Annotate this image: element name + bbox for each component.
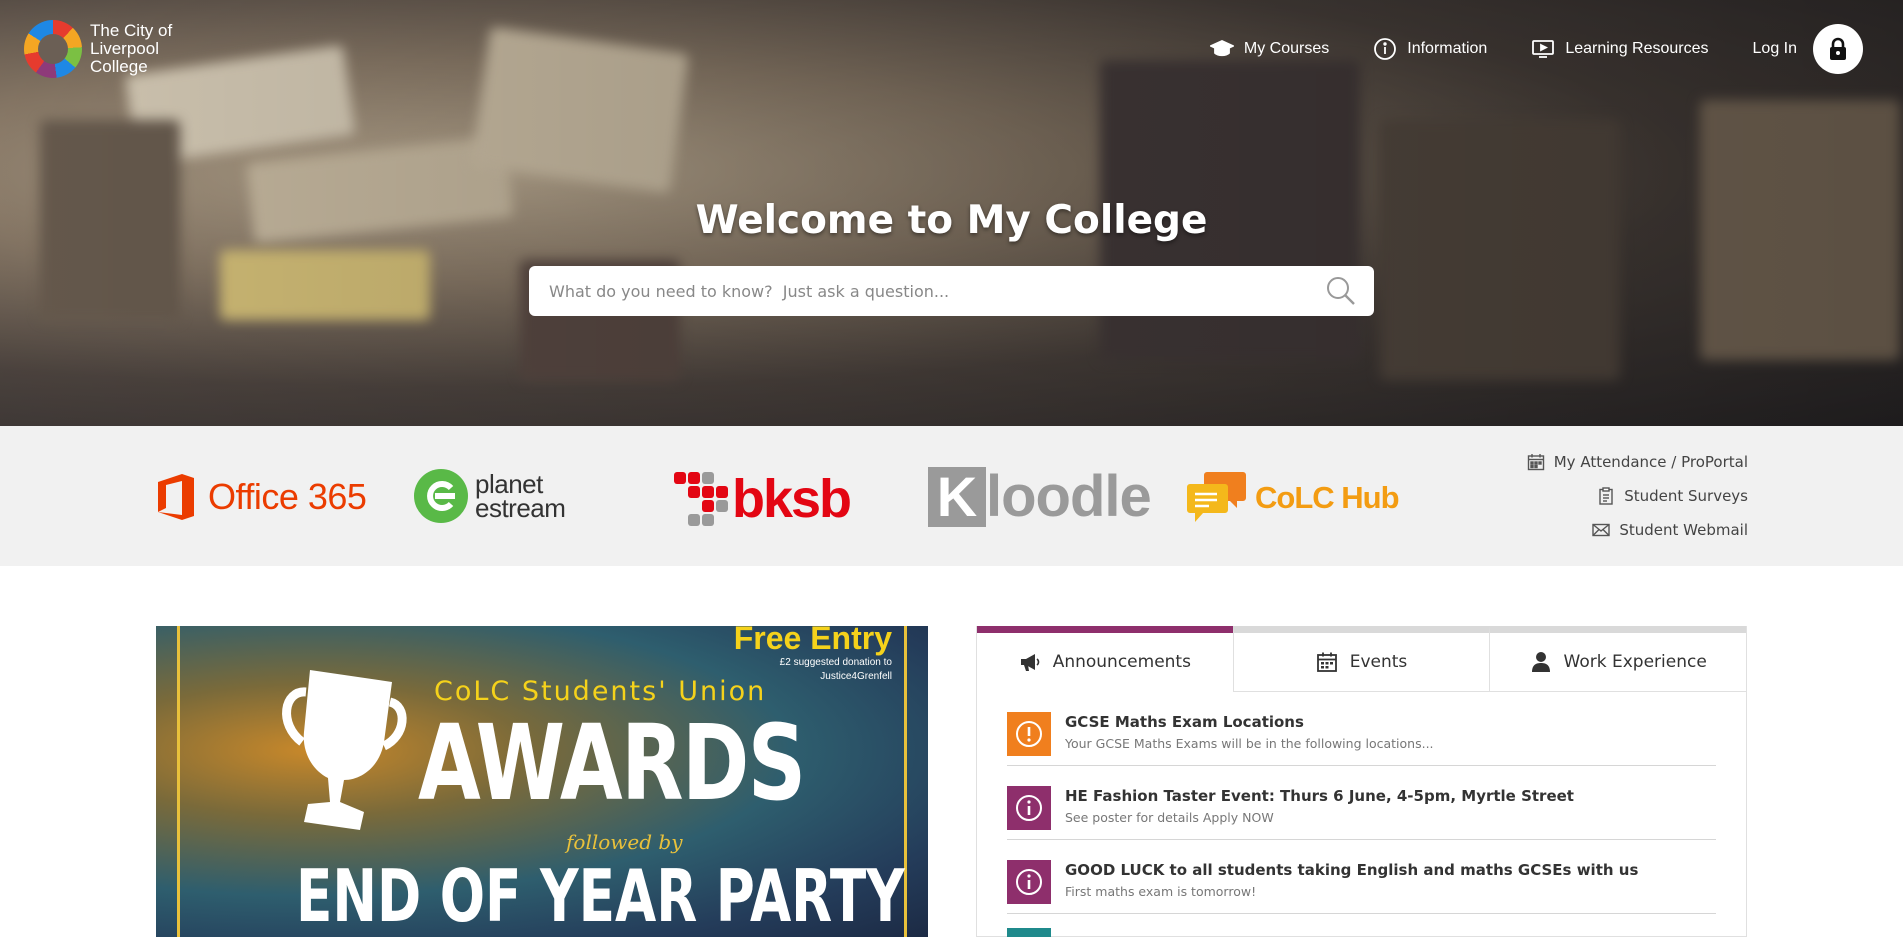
bksb-dots-logo-icon: [674, 472, 728, 526]
monitor-play-icon: [1532, 40, 1555, 58]
hero-banner: The City of Liverpool College My Courses…: [0, 0, 1903, 426]
trophy-icon: [282, 670, 407, 830]
office365-link[interactable]: Office 365: [156, 474, 367, 520]
side-links: My Attendance / ProPortal Student Survey…: [1527, 450, 1748, 542]
poster-party-heading: END OF YEAR PARTY: [296, 854, 905, 937]
colc-hub-link[interactable]: CoLC Hub: [1187, 470, 1400, 526]
list-item[interactable]: HE Fashion Taster Event: Thurs 6 June, 4…: [1007, 766, 1716, 840]
graduation-cap-icon: [1209, 40, 1234, 57]
calendar-icon: [1316, 652, 1337, 672]
poster-donation-note: £2 suggested donation to Justice4Grenfel…: [779, 657, 892, 682]
clipboard-icon: [1599, 487, 1613, 505]
tab-events[interactable]: Events: [1232, 626, 1490, 692]
announcement-info-badge: [1007, 860, 1051, 904]
bksb-label: bksb: [732, 469, 852, 529]
college-logo-mark-icon: [24, 20, 82, 78]
office365-logo-icon: [158, 474, 194, 520]
planet-estream-logo-icon: [414, 469, 468, 523]
poster-border-left: [177, 626, 180, 937]
announcement-list: GCSE Maths Exam Locations Your GCSE Math…: [977, 692, 1746, 937]
nav-learning-resources[interactable]: Learning Resources: [1531, 37, 1709, 61]
page-title: Welcome to My College: [695, 198, 1208, 243]
announcement-info-badge: [1007, 786, 1051, 830]
info-circle-icon: [1374, 38, 1397, 60]
nav-information-label: Information: [1407, 40, 1488, 57]
login-area[interactable]: Log In: [1753, 24, 1863, 74]
poster-followed-by: followed by: [566, 830, 683, 854]
announcement-title[interactable]: GCSE Maths Exam Locations: [1065, 713, 1434, 731]
announcement-subtitle: See poster for details Apply NOW: [1065, 810, 1274, 825]
announcement-next-badge: [1007, 928, 1051, 937]
envelope-icon: [1592, 523, 1611, 537]
college-logo[interactable]: The City of Liverpool College: [24, 20, 200, 78]
student-surveys-link-label: Student Surveys: [1624, 487, 1748, 505]
announcement-title[interactable]: HE Fashion Taster Event: Thurs 6 June, 4…: [1065, 787, 1574, 805]
login-label[interactable]: Log In: [1753, 40, 1797, 58]
colc-hub-label: CoLC Hub: [1255, 480, 1400, 515]
poster-free-entry: Free Entry: [733, 626, 892, 656]
student-webmail-link-label: Student Webmail: [1619, 521, 1748, 539]
announcement-subtitle: First maths exam is tomorrow!: [1065, 884, 1257, 899]
kloodle-label: loodle: [986, 464, 1152, 529]
megaphone-icon: [1020, 654, 1039, 671]
bksb-link[interactable]: bksb: [672, 468, 852, 530]
list-item[interactable]: GOOD LUCK to all students taking English…: [1007, 840, 1716, 914]
exclamation-icon: [1016, 721, 1042, 747]
announcement-alert-badge: [1007, 712, 1051, 756]
list-item[interactable]: GCSE Maths Exam Locations Your GCSE Math…: [1007, 692, 1716, 766]
search-icon: [1327, 277, 1355, 305]
attendance-link-label: My Attendance / ProPortal: [1553, 453, 1748, 471]
calendar-icon: [1527, 454, 1544, 471]
planet-estream-link[interactable]: planet estream: [413, 468, 566, 524]
tab-work-experience-label: Work Experience: [1563, 652, 1707, 672]
search-bar: [529, 266, 1374, 316]
announcement-title[interactable]: GOOD LUCK to all students taking English…: [1065, 861, 1638, 879]
tab-announcements-label: Announcements: [1052, 652, 1191, 672]
chat-bubbles-icon: [1187, 472, 1246, 522]
awards-poster[interactable]: Free Entry £2 suggested donation to Just…: [156, 626, 928, 937]
news-tabs: Announcements Events Work Experience: [977, 626, 1747, 692]
college-logo-text: The City of Liverpool College: [90, 21, 173, 76]
planet-estream-wordmark: planet estream: [475, 471, 566, 523]
top-navigation: My Courses Information Learning Resource…: [1209, 24, 1863, 74]
tab-announcements[interactable]: Announcements: [977, 626, 1233, 692]
announcement-subtitle: Your GCSE Maths Exams will be in the fol…: [1065, 736, 1434, 751]
student-webmail-link[interactable]: Student Webmail: [1592, 518, 1748, 542]
student-surveys-link[interactable]: Student Surveys: [1597, 484, 1748, 508]
nav-my-courses-label: My Courses: [1243, 40, 1330, 57]
user-icon: [1531, 652, 1550, 672]
planet-estream-line2: estream: [475, 493, 566, 523]
lock-icon: [1830, 37, 1846, 60]
nav-my-courses[interactable]: My Courses: [1209, 37, 1330, 61]
login-button[interactable]: [1813, 24, 1863, 74]
kloodle-link[interactable]: K loodle: [928, 464, 1152, 529]
news-panel: Announcements Events Work Experience GCS…: [976, 626, 1747, 937]
kloodle-k-block: K: [928, 467, 986, 527]
search-input[interactable]: [529, 266, 1316, 316]
info-icon: [1016, 869, 1042, 895]
search-button[interactable]: [1316, 266, 1366, 316]
tab-work-experience[interactable]: Work Experience: [1489, 626, 1747, 692]
office365-label: Office 365: [208, 476, 367, 517]
nav-learning-resources-label: Learning Resources: [1565, 40, 1709, 57]
attendance-link[interactable]: My Attendance / ProPortal: [1527, 450, 1748, 474]
nav-information[interactable]: Information: [1373, 37, 1487, 61]
info-icon: [1016, 795, 1042, 821]
poster-awards-heading: AWARDS: [418, 702, 806, 824]
tab-events-label: Events: [1349, 652, 1408, 672]
